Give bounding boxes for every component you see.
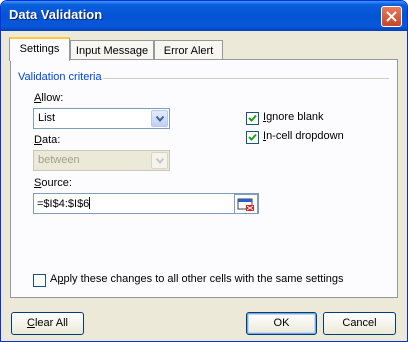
allow-select[interactable]: List [33,108,170,129]
tab-error-alert[interactable]: Error Alert [154,40,223,61]
tab-label: Settings [19,43,60,55]
chevron-down-icon [156,116,164,122]
ignore-blank-label[interactable]: Ignore blank [263,111,324,123]
apply-all-label[interactable]: Apply these changes to all other cells w… [50,273,344,285]
apply-all-checkbox[interactable] [33,274,46,287]
clear-all-button[interactable]: Clear All [11,312,84,335]
close-button[interactable] [381,6,402,27]
ok-button[interactable]: OK [246,312,317,335]
group-divider [103,78,389,79]
tab-label: Input Message [75,45,149,57]
checkmark-icon [248,114,257,122]
cancel-button[interactable]: Cancel [323,312,396,335]
checkmark-icon [248,133,257,141]
data-label: Data: [34,134,61,146]
in-cell-dropdown-label[interactable]: In-cell dropdown [263,130,344,142]
data-validation-dialog: Data Validation Settings Input Message E… [0,0,408,342]
allow-value: List [38,112,56,124]
title-bar[interactable]: Data Validation [1,1,407,31]
window-title: Data Validation [9,7,103,22]
chevron-down-icon [156,158,164,164]
in-cell-dropdown-checkbox[interactable] [246,131,259,144]
tab-input-message[interactable]: Input Message [70,40,154,61]
ignore-blank-checkbox[interactable] [246,112,259,125]
source-value: =$I$4:$I$6 [37,197,91,210]
data-value: between [38,154,80,166]
source-label: Source: [34,177,72,189]
validation-criteria-label: Validation criteria [18,71,102,83]
close-icon [386,11,397,22]
allow-dropdown-button[interactable] [151,110,168,127]
tab-settings[interactable]: Settings [9,37,70,61]
allow-label: Allow: [34,92,64,104]
source-input[interactable]: =$I$4:$I$6 [33,193,259,214]
tab-label: Error Alert [163,45,214,57]
data-select[interactable]: between [33,150,170,171]
collapse-dialog-icon [237,198,254,211]
range-select-button[interactable] [234,194,258,214]
data-dropdown-button[interactable] [151,152,168,169]
